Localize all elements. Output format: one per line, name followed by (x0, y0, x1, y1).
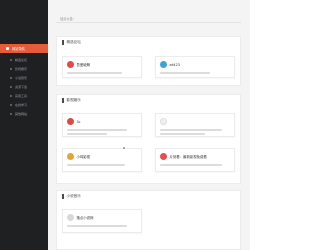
sidebar: 网站导航 精选论坛 影视娱乐 小说音乐 资源下载 实用工具 在线学习 其他网站 … (0, 0, 250, 250)
sidebar-item-home[interactable]: 网站导航 (0, 44, 48, 53)
site-card[interactable] (155, 113, 235, 137)
section-marker (62, 39, 64, 45)
dot-icon (10, 85, 12, 88)
site-card[interactable]: zd423 (155, 56, 235, 78)
site-logo-icon (67, 153, 74, 160)
site-desc-placeholder (67, 129, 127, 131)
site-logo-icon (67, 61, 74, 68)
dot-icon (10, 94, 12, 97)
section-marker (62, 193, 64, 199)
site-desc-placeholder (160, 129, 222, 131)
sidebar-item-forums[interactable]: 精选论坛 (0, 56, 48, 63)
site-desc-placeholder (67, 164, 125, 166)
site-card[interactable]: 落点小说网 (62, 209, 142, 233)
site-logo-icon (160, 118, 167, 125)
section-title: 小说音乐 (66, 193, 81, 198)
site-logo-icon (160, 153, 167, 160)
site-desc-placeholder (67, 225, 127, 227)
site-logo-icon (160, 61, 167, 68)
section-title: 精选论坛 (66, 39, 81, 44)
site-card[interactable]: 片刻看：最新影视免费看 (155, 148, 235, 172)
dot-icon (10, 67, 12, 70)
sidebar-item-novel-music[interactable]: 小说音乐 (0, 74, 48, 81)
dot-icon (10, 103, 12, 106)
site-logo-icon (67, 118, 74, 125)
section-title: 影视娱乐 (66, 97, 81, 102)
scroll-indicator (123, 147, 125, 149)
site-card[interactable]: 小鸡影视 (62, 148, 142, 172)
site-notice: 站点公告： (60, 17, 76, 21)
sidebar-item-learning[interactable]: 在线学习 (0, 101, 48, 108)
site-desc-placeholder (160, 164, 222, 166)
dot-icon (10, 112, 12, 115)
sidebar-item-entertainment[interactable]: 影视娱乐 (0, 65, 48, 72)
dot-icon (10, 58, 12, 61)
section-marker (62, 97, 64, 103)
sidebar-item-tools[interactable]: 实用工具 (0, 92, 48, 99)
site-desc-placeholder (160, 133, 205, 135)
site-card[interactable]: 3c (62, 113, 142, 137)
dot-icon (10, 76, 12, 79)
sidebar-item-downloads[interactable]: 资源下载 (0, 83, 48, 90)
site-logo-icon (67, 214, 74, 221)
site-desc-placeholder (67, 133, 107, 135)
home-icon (6, 47, 9, 50)
sidebar-item-others[interactable]: 其他网站 (0, 110, 48, 117)
divider (56, 22, 241, 23)
site-desc-placeholder (67, 72, 122, 74)
site-desc-placeholder (160, 72, 210, 74)
site-card[interactable]: 吾爱破解 (62, 56, 142, 78)
